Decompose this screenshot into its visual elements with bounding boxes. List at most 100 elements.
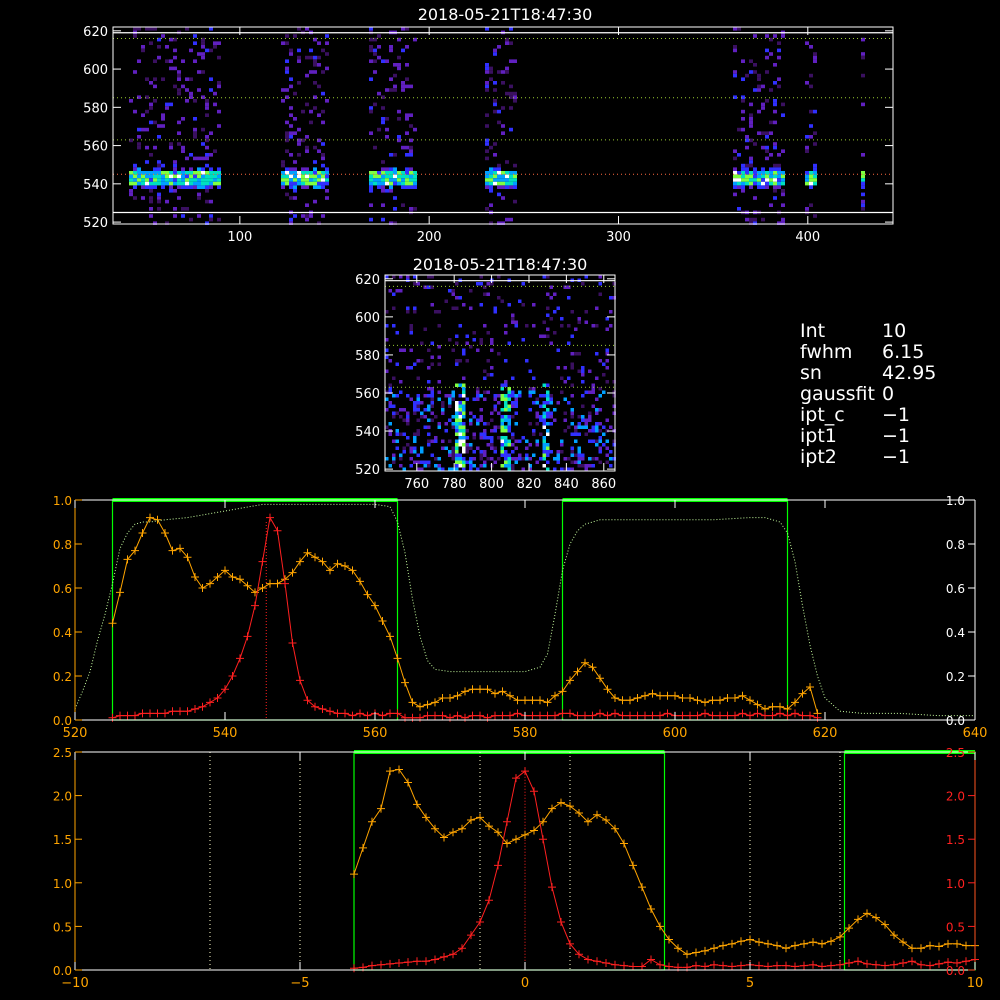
info-row-sn: sn 42.95 (800, 363, 936, 384)
heat-pixel (581, 366, 585, 370)
fit-parameters-box: Int 10 fwhm 6.15 sn 42.95 gaussfit 0 ipt_c −1 ipt1… (800, 321, 936, 468)
data-point (953, 939, 961, 948)
heat-pixel (741, 189, 745, 193)
heat-pixel (497, 296, 501, 300)
heat-pixel (509, 181, 513, 186)
heat-pixel (213, 91, 217, 96)
heat-pixel (861, 178, 865, 182)
heat-pixel (598, 429, 602, 433)
heat-pixel (749, 181, 753, 186)
heat-pixel (455, 439, 459, 443)
heat-pixel (137, 59, 141, 63)
heat-pixel (490, 418, 494, 422)
data-point (935, 959, 943, 968)
heat-pixel (293, 185, 297, 189)
heat-pixel (777, 84, 781, 89)
heat-pixel (369, 109, 373, 114)
heat-pixel (451, 390, 455, 394)
data-point (818, 962, 826, 971)
data-point (776, 709, 784, 718)
info-key: sn (800, 362, 822, 384)
heat-pixel (570, 394, 574, 398)
heat-pixel (157, 199, 161, 204)
data-point (588, 711, 597, 720)
heat-pixel (542, 275, 546, 279)
heat-pixel (514, 457, 518, 461)
heat-pixel (455, 457, 459, 461)
heat-pixel (813, 52, 817, 56)
data-point (363, 711, 372, 720)
heat-pixel (753, 142, 757, 146)
heat-pixel (285, 88, 289, 92)
heat-pixel (289, 174, 293, 179)
heat-pixel (737, 178, 741, 182)
heat-pixel (321, 91, 325, 96)
data-point (485, 896, 493, 905)
heat-pixel (539, 334, 543, 338)
data-point (386, 632, 394, 641)
heat-pixel (201, 185, 205, 189)
heat-pixel (173, 189, 177, 193)
heat-pixel (861, 102, 865, 107)
data-point (258, 584, 267, 592)
heat-pixel (489, 181, 493, 186)
info-key: Int (800, 320, 826, 342)
heat-pixel (430, 401, 434, 405)
heat-pixel (745, 167, 749, 171)
heat-pixel (479, 436, 483, 440)
data-point (648, 711, 657, 720)
heat-pixel (602, 362, 606, 366)
heat-pixel (584, 418, 588, 422)
heat-pixel (749, 117, 753, 121)
heat-pixel (595, 306, 599, 310)
heat-pixel (462, 450, 466, 454)
heat-pixel (317, 113, 321, 117)
heat-pixel (177, 91, 181, 96)
heat-pixel (133, 196, 137, 200)
heat-pixel (528, 408, 532, 412)
heat-pixel (177, 88, 181, 92)
heat-pixel (305, 102, 309, 107)
heat-pixel (185, 27, 189, 31)
heat-pixel (598, 359, 602, 363)
heat-pixel (560, 439, 564, 443)
heat-pixel (377, 45, 381, 49)
heat-pixel (129, 174, 133, 179)
heat-pixel (570, 453, 574, 457)
heat-pixel (423, 394, 427, 398)
data-point (401, 713, 409, 722)
heat-pixel (173, 48, 177, 53)
heat-pixel (437, 422, 441, 426)
heat-pixel (507, 443, 511, 447)
heat-pixel (595, 376, 599, 380)
heat-pixel (385, 408, 389, 412)
heat-pixel (549, 411, 553, 415)
heat-pixel (413, 460, 417, 464)
data-point (206, 698, 214, 707)
heat-pixel (377, 55, 381, 60)
heat-pixel (507, 467, 511, 471)
heat-pixel (469, 464, 473, 468)
heat-pixel (598, 394, 602, 398)
heat-pixel (509, 217, 513, 222)
data-point (521, 696, 529, 705)
heat-pixel (528, 457, 532, 461)
heat-pixel (532, 303, 536, 307)
heat-pixel (281, 163, 285, 168)
data-point (806, 711, 814, 720)
heat-pixel (197, 167, 201, 171)
heat-pixel (137, 142, 141, 146)
heat-pixel (145, 178, 149, 182)
heat-pixel (861, 203, 865, 207)
heat-pixel (542, 394, 546, 398)
heat-pixel (765, 99, 769, 103)
heat-pixel (393, 167, 397, 171)
heat-pixel (177, 73, 181, 78)
heat-pixel (393, 174, 397, 179)
heat-pixel (297, 55, 301, 60)
y-tick-label: 1.0 (53, 494, 72, 508)
heat-pixel (201, 181, 205, 186)
heat-pixel (469, 422, 473, 426)
heat-pixel (217, 41, 221, 45)
x-tick-label: 400 (795, 230, 820, 245)
